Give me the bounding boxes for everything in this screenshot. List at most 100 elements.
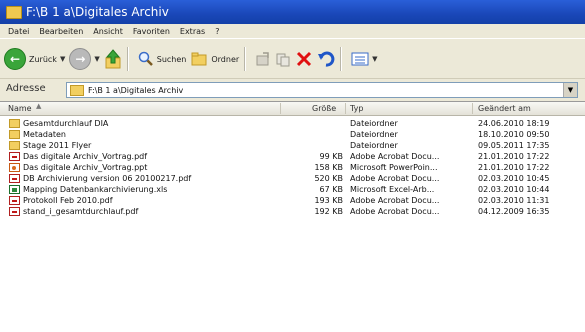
title-bar: F:\B 1 a\Digitales Archiv	[0, 0, 585, 24]
toolbar-separator	[340, 47, 343, 71]
delete-icon	[297, 51, 312, 67]
file-modified: 18.10.2010 09:50	[478, 130, 550, 139]
pdf-file-icon	[9, 196, 20, 205]
file-type: Dateiordner	[350, 119, 398, 128]
views-icon	[351, 52, 369, 66]
file-row[interactable]: stand_i_gesamtdurchlauf.pdf 192 KB Adobe A…	[0, 206, 585, 217]
file-row[interactable]: Gesamtdurchlauf DIA Dateiordner 24.06.2010…	[0, 118, 585, 129]
file-size: 520 KB	[314, 174, 343, 183]
file-row[interactable]: DB Archivierung version 06 20100217.pdf 5…	[0, 173, 585, 184]
pdf-file-icon	[9, 207, 20, 216]
address-bar: Adresse F:\B 1 a\Digitales Archiv ▼	[0, 78, 585, 99]
file-row[interactable]: Mapping Datenbankarchivierung.xls 67 KB Mi…	[0, 184, 585, 195]
menu-bearbeiten[interactable]: Bearbeiten	[39, 27, 83, 36]
file-list: Name ▲ Größe Typ Geändert am Gesamtdurch…	[0, 101, 585, 332]
folder-icon	[6, 5, 22, 19]
menu-bar: Datei Bearbeiten Ansicht Favoriten Extra…	[0, 24, 585, 38]
back-arrow-icon: ←	[4, 48, 26, 70]
file-row[interactable]: Metadaten Dateiordner 18.10.2010 09:50	[0, 129, 585, 140]
column-header-modified[interactable]: Geändert am	[478, 104, 531, 113]
forward-button[interactable]: → ▼	[69, 45, 100, 73]
file-type: Microsoft PowerPoin...	[350, 163, 438, 172]
xls-file-icon	[9, 185, 20, 194]
file-modified: 02.03.2010 10:45	[478, 174, 550, 183]
pdf-file-icon	[9, 152, 20, 161]
chevron-down-icon[interactable]: ▼	[372, 55, 377, 63]
file-type: Dateiordner	[350, 141, 398, 150]
menu-help[interactable]: ?	[215, 27, 219, 36]
file-modified: 02.03.2010 11:31	[478, 196, 550, 205]
folder-file-icon	[9, 141, 20, 150]
file-name: Protokoll Feb 2010.pdf	[23, 196, 113, 205]
file-type: Microsoft Excel-Arb...	[350, 185, 435, 194]
chevron-down-icon[interactable]: ▼	[60, 55, 65, 63]
column-divider[interactable]	[345, 103, 346, 114]
file-modified: 02.03.2010 10:44	[478, 185, 550, 194]
address-label: Adresse	[6, 83, 46, 94]
file-name: Stage 2011 Flyer	[23, 141, 92, 150]
menu-favoriten[interactable]: Favoriten	[133, 27, 170, 36]
file-size: 99 KB	[319, 152, 343, 161]
column-divider[interactable]	[280, 103, 281, 114]
file-type: Adobe Acrobat Docu...	[350, 174, 440, 183]
chevron-down-icon[interactable]: ▼	[94, 55, 99, 63]
folders-icon	[191, 52, 207, 66]
file-row[interactable]: Protokoll Feb 2010.pdf 193 KB Adobe Acroba…	[0, 195, 585, 206]
toolbar-separator	[126, 47, 129, 71]
move-to-button[interactable]	[255, 45, 271, 73]
folder-file-icon	[9, 130, 20, 139]
menu-extras[interactable]: Extras	[180, 27, 205, 36]
search-button[interactable]: Suchen	[138, 45, 187, 73]
toolbar-separator	[244, 47, 247, 71]
folder-file-icon	[9, 119, 20, 128]
file-type: Adobe Acrobat Docu...	[350, 207, 440, 216]
file-type: Adobe Acrobat Docu...	[350, 152, 440, 161]
file-name: Das digitale Archiv_Vortrag.pdf	[23, 152, 148, 161]
file-size: 67 KB	[319, 185, 343, 194]
views-button[interactable]: ▼	[351, 45, 378, 73]
file-name: DB Archivierung version 06 20100217.pdf	[23, 174, 192, 183]
menu-ansicht[interactable]: Ansicht	[93, 27, 123, 36]
file-modified: 04.12.2009 16:35	[478, 207, 550, 216]
file-row[interactable]: Das digitale Archiv_Vortrag.ppt 158 KB Mic…	[0, 162, 585, 173]
file-row[interactable]: Stage 2011 Flyer Dateiordner 09.05.2011 17…	[0, 140, 585, 151]
file-name: Gesamtdurchlauf DIA	[23, 119, 109, 128]
file-size: 193 KB	[314, 196, 343, 205]
file-type: Dateiordner	[350, 130, 398, 139]
folders-label: Ordner	[211, 54, 240, 64]
folders-button[interactable]: Ordner	[190, 45, 239, 73]
address-value: F:\B 1 a\Digitales Archiv	[88, 85, 184, 95]
column-header-size[interactable]: Größe	[312, 104, 336, 113]
pdf-file-icon	[9, 174, 20, 183]
file-name: stand_i_gesamtdurchlauf.pdf	[23, 207, 139, 216]
file-size: 158 KB	[314, 163, 343, 172]
file-row[interactable]: Das digitale Archiv_Vortrag.pdf 99 KB Adob…	[0, 151, 585, 162]
file-name: Metadaten	[23, 130, 66, 139]
copy-to-button[interactable]	[275, 45, 291, 73]
search-label: Suchen	[156, 54, 187, 64]
column-header-bar: Name ▲ Größe Typ Geändert am	[0, 102, 585, 116]
delete-button[interactable]	[295, 45, 313, 73]
copy-to-icon	[276, 53, 290, 67]
back-button[interactable]: ← Zurück ▼	[4, 45, 65, 73]
menu-datei[interactable]: Datei	[8, 27, 29, 36]
sort-arrow-icon: ▲	[36, 102, 42, 110]
chevron-down-icon[interactable]: ▼	[563, 83, 577, 97]
undo-icon	[318, 51, 335, 67]
toolbar: ← Zurück ▼ → ▼ Suchen Ordner ▼	[0, 38, 585, 79]
column-header-name[interactable]: Name	[8, 104, 32, 113]
undo-button[interactable]	[317, 45, 335, 73]
address-input[interactable]: F:\B 1 a\Digitales Archiv ▼	[66, 82, 578, 98]
folder-icon	[70, 84, 84, 96]
file-size: 192 KB	[314, 207, 343, 216]
file-modified: 09.05.2011 17:35	[478, 141, 550, 150]
window-title: F:\B 1 a\Digitales Archiv	[26, 5, 169, 19]
column-divider[interactable]	[472, 103, 473, 114]
file-name: Das digitale Archiv_Vortrag.ppt	[23, 163, 148, 172]
file-type: Adobe Acrobat Docu...	[350, 196, 440, 205]
up-button[interactable]	[104, 45, 122, 73]
ppt-file-icon	[9, 163, 20, 172]
back-label: Zurück	[29, 54, 57, 64]
column-header-type[interactable]: Typ	[350, 104, 363, 113]
move-to-icon	[256, 52, 269, 66]
